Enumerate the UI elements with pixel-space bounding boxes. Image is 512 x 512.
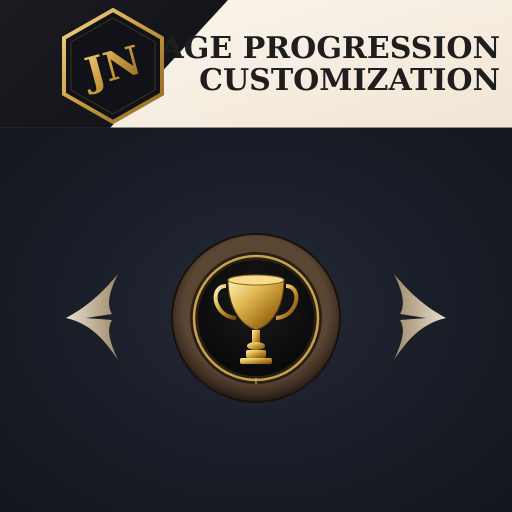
screen: AGE PROGRESSION CUSTOMIZATION JN I	[0, 0, 512, 512]
page-title-line-1: AGE PROGRESSION	[160, 31, 500, 66]
page-title-line-2: CUSTOMIZATION	[199, 63, 500, 98]
previous-button[interactable]	[62, 268, 122, 364]
chevron-left-icon	[66, 274, 118, 360]
trophy-badge[interactable]: I	[170, 232, 342, 404]
brand-logo: JN	[58, 6, 168, 126]
badge-level-label: I	[254, 377, 257, 386]
chevron-right-icon	[394, 274, 446, 360]
next-button[interactable]	[390, 268, 450, 364]
